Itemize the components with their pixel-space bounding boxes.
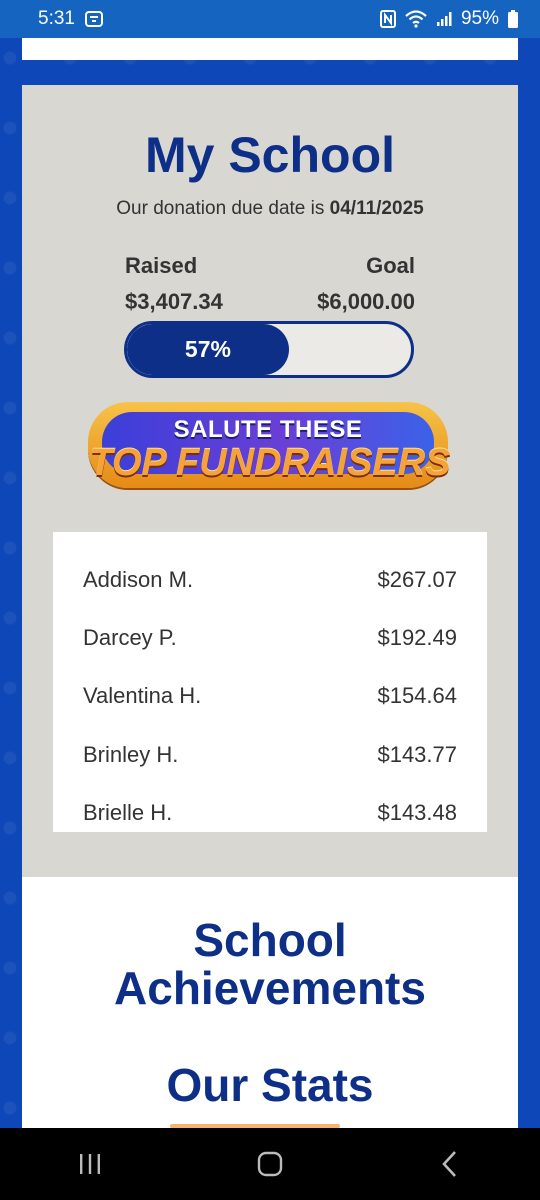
goal-value: $6,000.00 xyxy=(317,289,415,314)
raised-label: Raised xyxy=(125,253,198,278)
back-button[interactable] xyxy=(420,1144,480,1184)
status-time: 5:31 xyxy=(38,8,75,29)
recent-apps-icon xyxy=(80,1154,100,1174)
fundraising-progress-bar: 57% xyxy=(124,321,414,378)
progress-percent: 57% xyxy=(184,336,231,362)
fundraiser-amount: $154.64 xyxy=(377,683,457,708)
notification-icon xyxy=(84,11,103,27)
fundraiser-amount: $267.07 xyxy=(377,567,457,592)
fundraiser-name: Darcey P. xyxy=(83,625,177,650)
fundraiser-name: Valentina H. xyxy=(83,683,202,708)
stats-title: Our Stats xyxy=(166,1059,374,1111)
due-date-value: 04/11/2025 xyxy=(329,198,424,219)
previous-section-bottom xyxy=(22,38,518,60)
progress-fill: 57% xyxy=(127,324,289,375)
top-fundraisers-list[interactable]: Addison M. $267.07 Darcey P. $192.49 Val… xyxy=(53,532,487,832)
list-item: Brielle H. $143.48 xyxy=(83,796,457,830)
achievements-title: School Achievements xyxy=(114,914,426,1014)
battery-icon xyxy=(508,10,518,28)
system-navigation-bar xyxy=(0,1128,540,1200)
list-item: Valentina H. $154.64 xyxy=(83,679,457,713)
due-date-line: Our donation due date is 04/11/2025 xyxy=(0,198,540,220)
fundraiser-name: Addison M. xyxy=(83,567,194,592)
signal-icon xyxy=(436,11,452,27)
fundraiser-name: Brielle H. xyxy=(83,800,173,825)
page-title: My School xyxy=(144,127,396,183)
back-icon xyxy=(442,1151,456,1177)
fundraiser-amount: $143.48 xyxy=(377,800,457,825)
fundraiser-name: Brinley H. xyxy=(83,742,179,767)
banner-line-2: TOP FUNDRAISERS xyxy=(89,442,451,484)
top-fundraisers-banner: SALUTE THESE TOP FUNDRAISERS xyxy=(88,400,452,492)
raised-value: $3,407.34 xyxy=(125,289,223,314)
banner-line-1: SALUTE THESE xyxy=(173,416,363,443)
battery-percent: 95% xyxy=(460,8,499,29)
recent-apps-button[interactable] xyxy=(60,1144,120,1184)
home-icon xyxy=(257,1151,283,1177)
nfc-icon xyxy=(379,10,396,28)
fundraiser-amount: $143.77 xyxy=(377,742,457,767)
due-date-prefix: Our donation due date is xyxy=(116,198,330,219)
status-bar: 5:31 95% xyxy=(0,0,540,38)
list-item: Brinley H. $143.77 xyxy=(83,738,457,772)
list-item: Darcey P. $192.49 xyxy=(83,621,457,655)
goal-label: Goal xyxy=(366,253,415,278)
fundraiser-amount: $192.49 xyxy=(377,625,457,650)
list-item: Addison M. $267.07 xyxy=(83,563,457,597)
wifi-icon xyxy=(405,10,427,28)
home-button[interactable] xyxy=(240,1144,300,1184)
